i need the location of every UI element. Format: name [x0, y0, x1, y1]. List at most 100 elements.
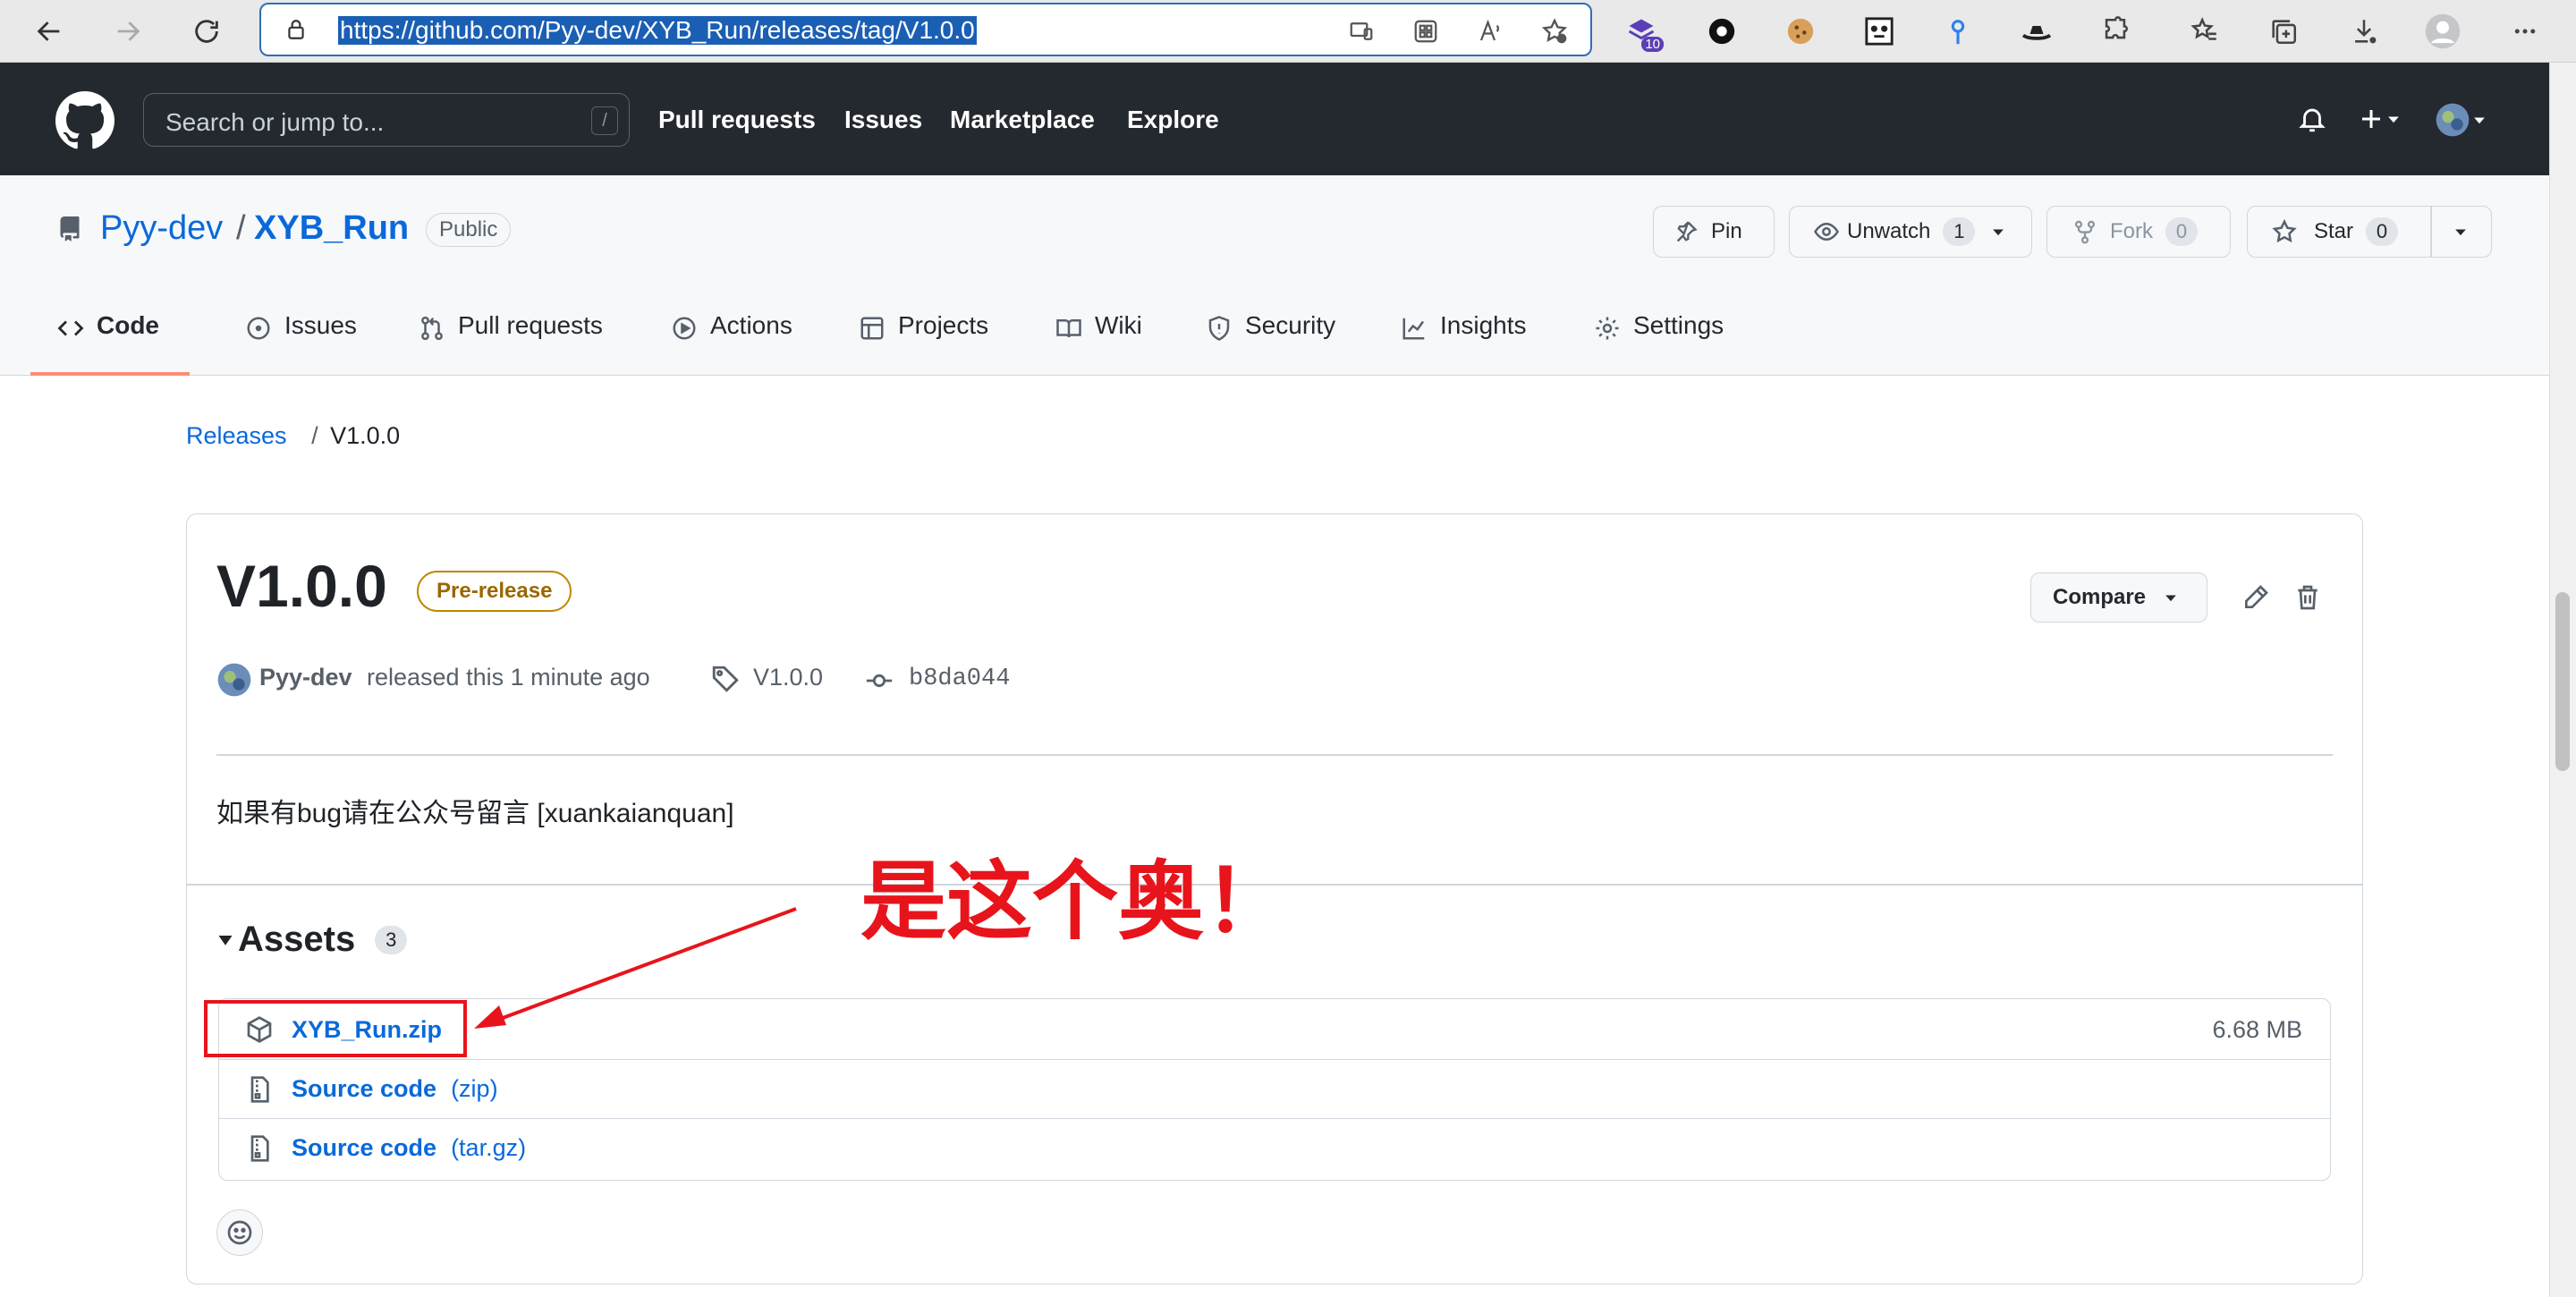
asset-row[interactable]: Source code (zip): [218, 1059, 2331, 1118]
assets-heading: Assets: [238, 920, 356, 959]
asset-name-link[interactable]: Source code: [292, 1134, 436, 1162]
fork-label: Fork: [2110, 219, 2153, 243]
url-text[interactable]: https://github.com/Pyy-dev/XYB_Run/relea…: [338, 16, 977, 45]
unwatch-label: Unwatch: [1847, 219, 1931, 243]
author-link[interactable]: Pyy-dev: [259, 664, 352, 691]
tag-link[interactable]: V1.0.0: [753, 664, 823, 691]
forward-button[interactable]: [109, 13, 147, 50]
profile-avatar-icon[interactable]: [2424, 13, 2462, 50]
app-available-icon[interactable]: [1345, 15, 1377, 47]
add-favorite-icon[interactable]: [1538, 15, 1571, 47]
tab-settings[interactable]: Settings: [1594, 311, 1724, 376]
fork-count: 0: [2165, 217, 2198, 246]
nav-explore[interactable]: Explore: [1127, 106, 1219, 134]
tag-icon: [710, 664, 741, 694]
repo-name-link[interactable]: XYB_Run: [254, 209, 409, 248]
asset-row[interactable]: Source code (tar.gz): [218, 1118, 2331, 1177]
cookie-extension-icon[interactable]: [1782, 13, 1819, 50]
create-new-dropdown[interactable]: [2358, 106, 2402, 132]
location-extension-icon[interactable]: [1939, 13, 1977, 50]
tab-security[interactable]: Security: [1206, 311, 1335, 376]
nav-pull-requests[interactable]: Pull requests: [658, 106, 816, 134]
issue-icon: [247, 317, 270, 340]
address-bar[interactable]: https://github.com/Pyy-dev/XYB_Run/relea…: [259, 3, 1592, 56]
pencil-icon[interactable]: [2241, 583, 2270, 612]
pull-request-icon: [421, 316, 443, 341]
triangle-down-icon: [218, 935, 233, 945]
scrollbar-thumb[interactable]: [2555, 592, 2570, 771]
collections-icon[interactable]: [2265, 13, 2302, 50]
caret-down-icon: [1993, 229, 2004, 236]
record-extension-icon[interactable]: [1703, 13, 1741, 50]
eye-icon: [1814, 222, 1839, 242]
tab-issues[interactable]: Issues: [245, 311, 357, 376]
repo-owner-link[interactable]: Pyy-dev: [100, 209, 223, 248]
tab-projects[interactable]: Projects: [859, 311, 988, 376]
pin-button[interactable]: Pin: [1653, 206, 1775, 258]
breadcrumb-separator: /: [311, 422, 318, 449]
tab-wiki[interactable]: Wiki: [1055, 311, 1142, 376]
panda-extension-icon[interactable]: [1860, 13, 1898, 50]
reload-button[interactable]: [188, 13, 225, 50]
commit-icon: [864, 665, 894, 696]
arrow-left-icon: [37, 21, 60, 41]
tab-label: Pull requests: [458, 311, 603, 339]
annotation-text: 是这个奥！: [860, 854, 1290, 950]
hat-extension-icon[interactable]: [2018, 13, 2055, 50]
star-button[interactable]: Star 0: [2247, 206, 2492, 258]
compare-button[interactable]: Compare: [2030, 572, 2207, 623]
downloads-icon[interactable]: [2345, 13, 2383, 50]
tab-pull-requests[interactable]: Pull requests: [419, 311, 603, 376]
search-input[interactable]: Search or jump to... /: [143, 93, 630, 147]
read-aloud-icon[interactable]: [1474, 15, 1506, 47]
caret-down-icon: [2165, 595, 2176, 602]
tab-label: Security: [1245, 311, 1336, 339]
prerelease-badge: Pre-release: [417, 571, 572, 612]
star-count: 0: [2366, 217, 2399, 246]
trash-icon[interactable]: [2293, 583, 2322, 612]
tab-actions[interactable]: Actions: [671, 311, 792, 376]
nav-marketplace[interactable]: Marketplace: [950, 106, 1095, 134]
pin-icon: [1676, 221, 1698, 242]
breadcrumb-releases-link[interactable]: Releases: [186, 422, 287, 449]
star-icon: [2272, 218, 2297, 243]
more-icon[interactable]: [2506, 13, 2544, 50]
file-zip-icon: [250, 1134, 269, 1162]
nav-issues[interactable]: Issues: [844, 106, 922, 134]
tab-label: Projects: [898, 311, 989, 339]
commit-link[interactable]: b8da044: [909, 665, 1010, 692]
pin-label: Pin: [1711, 219, 1742, 243]
caret-down-icon[interactable]: [2452, 223, 2470, 241]
play-icon: [673, 317, 696, 340]
user-avatar: [2436, 103, 2470, 137]
tab-label: Issues: [284, 311, 357, 339]
unwatch-button[interactable]: Unwatch 1: [1789, 206, 2032, 258]
search-shortcut-key: /: [591, 106, 618, 135]
extension-stack-icon[interactable]: 10: [1623, 13, 1664, 52]
back-button[interactable]: [30, 13, 68, 50]
file-zip-icon: [250, 1075, 269, 1103]
author-avatar[interactable]: [216, 662, 252, 698]
favorites-icon[interactable]: [2186, 13, 2224, 50]
user-menu-dropdown[interactable]: [2435, 102, 2488, 138]
tab-label: Settings: [1633, 311, 1724, 339]
caret-down-icon: [2388, 116, 2399, 123]
compare-label: Compare: [2053, 585, 2147, 609]
extensions-icon[interactable]: [2097, 13, 2134, 50]
github-logo-icon[interactable]: [55, 91, 114, 150]
divider: [216, 754, 2333, 756]
arrow-right-icon: [117, 21, 140, 41]
tab-insights[interactable]: Insights: [1401, 311, 1527, 376]
fork-button[interactable]: Fork 0: [2046, 206, 2231, 258]
asset-size: 6.68 MB: [2212, 1015, 2302, 1043]
add-reaction-button[interactable]: [216, 1209, 263, 1256]
asset-name-link[interactable]: Source code: [292, 1075, 436, 1103]
annotation-arrow: [474, 907, 797, 1029]
grid-icon[interactable]: [1410, 15, 1442, 47]
code-icon: [57, 320, 84, 336]
assets-toggle[interactable]: Assets 3: [216, 920, 408, 960]
tab-code[interactable]: Code: [30, 311, 190, 376]
page-scrollbar[interactable]: [2549, 63, 2576, 1297]
caret-down-icon: [2474, 117, 2485, 124]
notifications-bell-icon[interactable]: [2297, 104, 2327, 134]
